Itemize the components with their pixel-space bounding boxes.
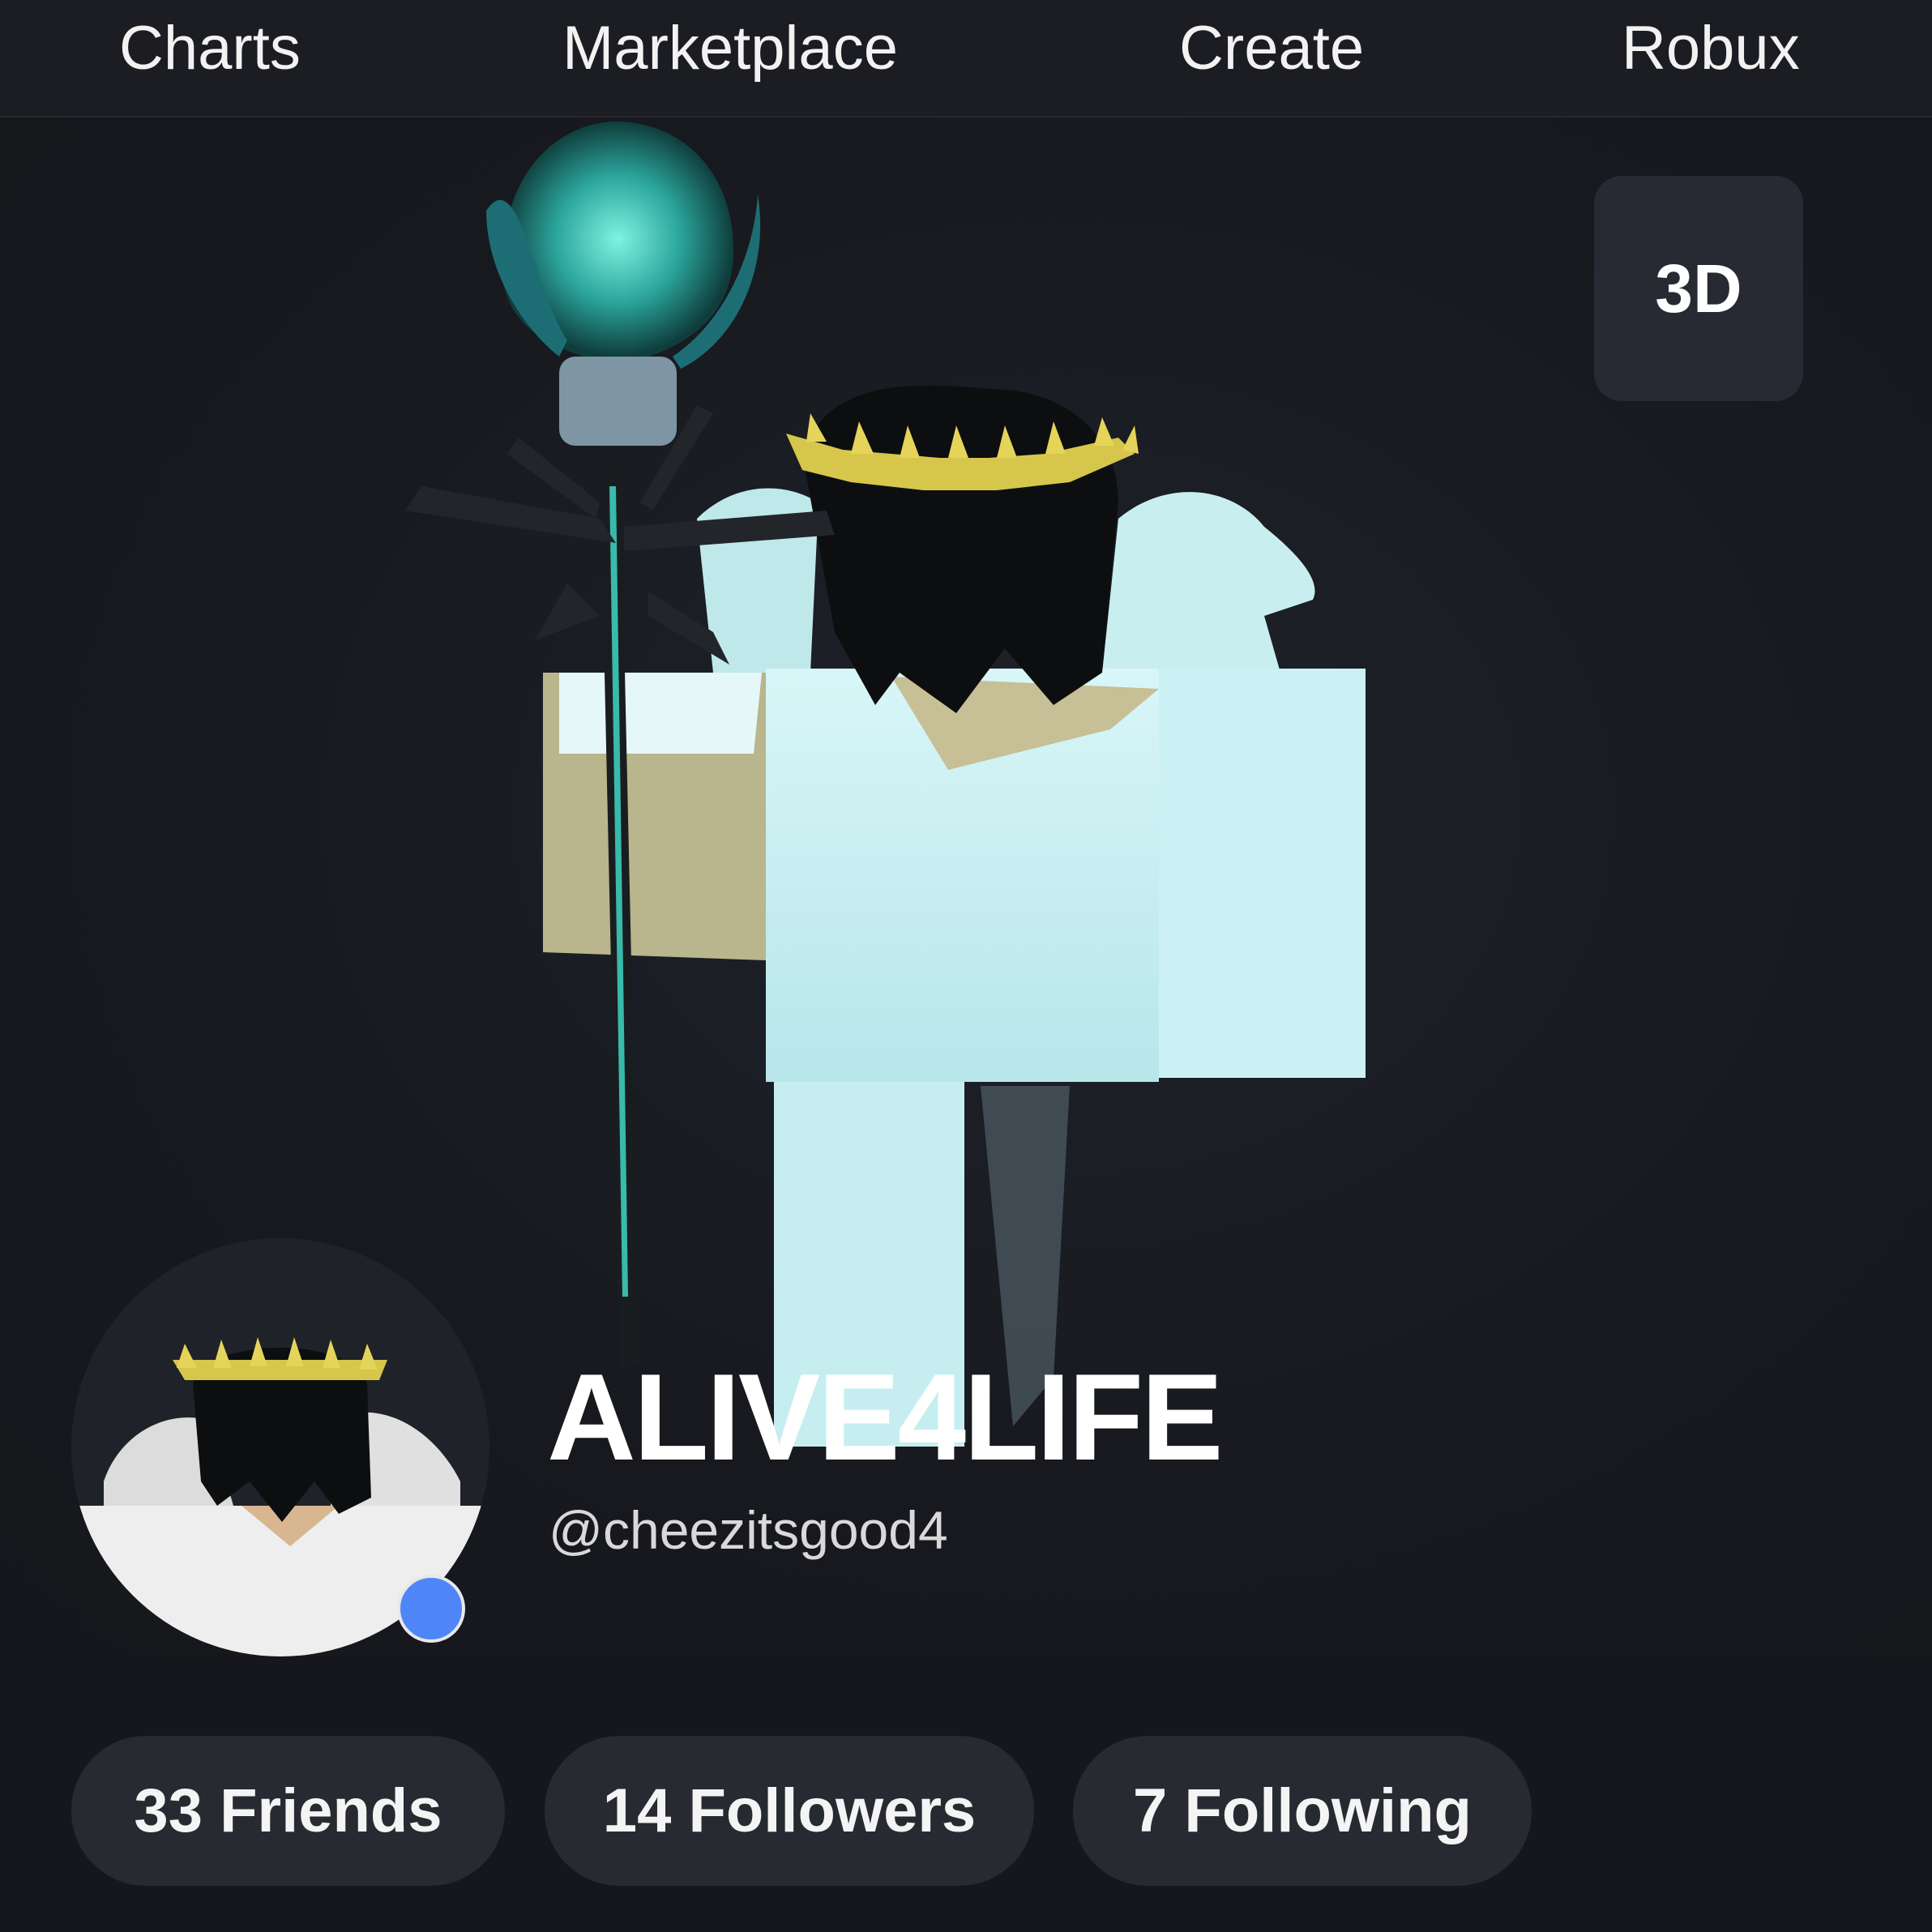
nav-charts-link[interactable]: Charts [119, 16, 301, 81]
nav-robux-link[interactable]: Robux [1622, 16, 1800, 81]
friends-button[interactable]: 33 Friends [71, 1736, 505, 1886]
online-status-dot [397, 1575, 465, 1643]
toggle-3d-button[interactable]: 3D [1594, 176, 1803, 401]
left-sleeve [559, 673, 762, 754]
right-wing [1102, 492, 1315, 673]
following-button[interactable]: 7 Following [1073, 1736, 1532, 1886]
top-nav-bar: Charts Marketplace Create Robux [0, 0, 1932, 118]
nav-marketplace-link[interactable]: Marketplace [562, 16, 898, 81]
display-name: ALIVE4LIFE [547, 1349, 1223, 1486]
followers-button[interactable]: 14 Followers [545, 1736, 1034, 1886]
hair [802, 385, 1118, 713]
username: @cheezitsgood4 [549, 1500, 948, 1560]
nav-create-link[interactable]: Create [1179, 16, 1364, 81]
right-arm [1159, 669, 1366, 1078]
staff-collar [559, 357, 677, 446]
